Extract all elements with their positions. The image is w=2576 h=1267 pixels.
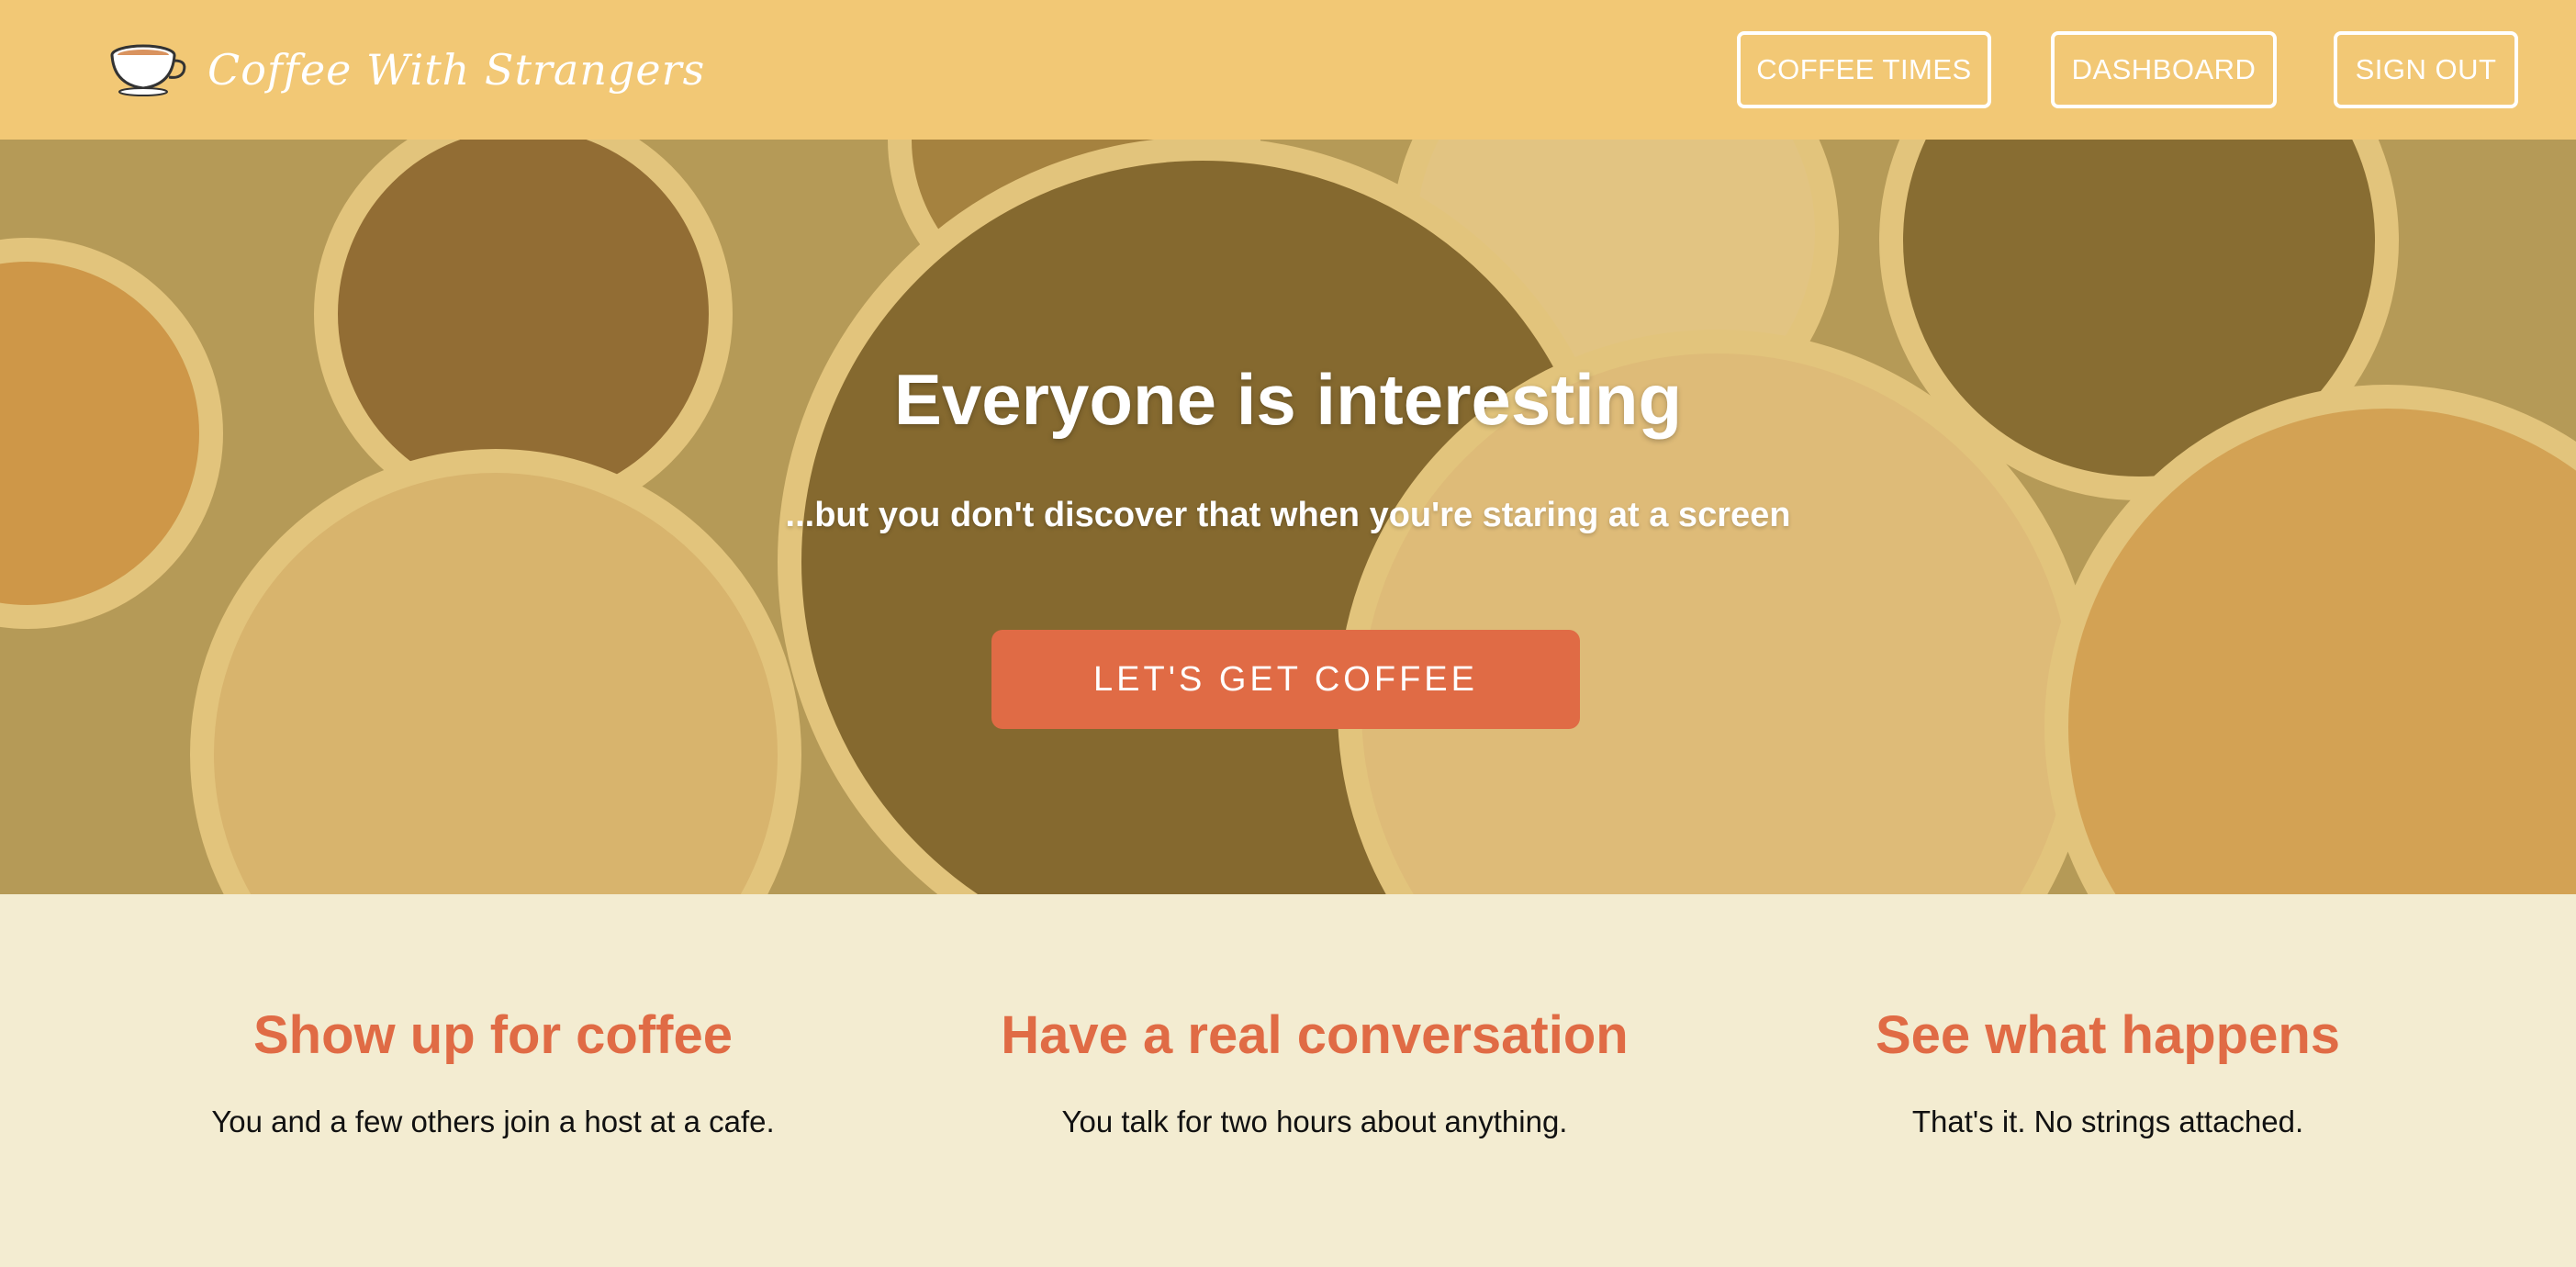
brand-name: Coffee With Strangers [207,45,706,95]
feature-conversation: Have a real conversation You talk for tw… [902,1004,1728,1139]
feature-title: Have a real conversation [1001,1005,1629,1065]
feature-title: Show up for coffee [253,1005,733,1065]
dashboard-button[interactable]: DASHBOARD [2051,31,2277,108]
coffee-cup-icon [108,39,187,102]
feature-show-up: Show up for coffee You and a few others … [80,1004,906,1139]
feature-text: You talk for two hours about anything. [1061,1104,1568,1138]
hero-subtitle: ...but you don't discover that when you'… [785,496,1791,534]
feature-title: See what happens [1875,1005,2341,1065]
brand[interactable]: Coffee With Strangers [108,35,705,105]
feature-text: That's it. No strings attached. [1911,1104,2304,1138]
sign-out-button[interactable]: SIGN OUT [2334,31,2518,108]
hero-section: Everyone is interesting ...but you don't… [0,140,2576,894]
feature-see-what-happens: See what happens That's it. No strings a… [1695,1004,2521,1139]
top-navbar: Coffee With Strangers COFFEE TIMES DASHB… [0,0,2576,140]
coffee-times-button[interactable]: COFFEE TIMES [1737,31,1991,108]
feature-text: You and a few others join a host at a ca… [211,1104,775,1138]
lets-get-coffee-button[interactable]: LET'S GET COFFEE [991,630,1580,729]
features-section: Show up for coffee You and a few others … [0,894,2576,1267]
hero-title: Everyone is interesting [893,359,1683,440]
